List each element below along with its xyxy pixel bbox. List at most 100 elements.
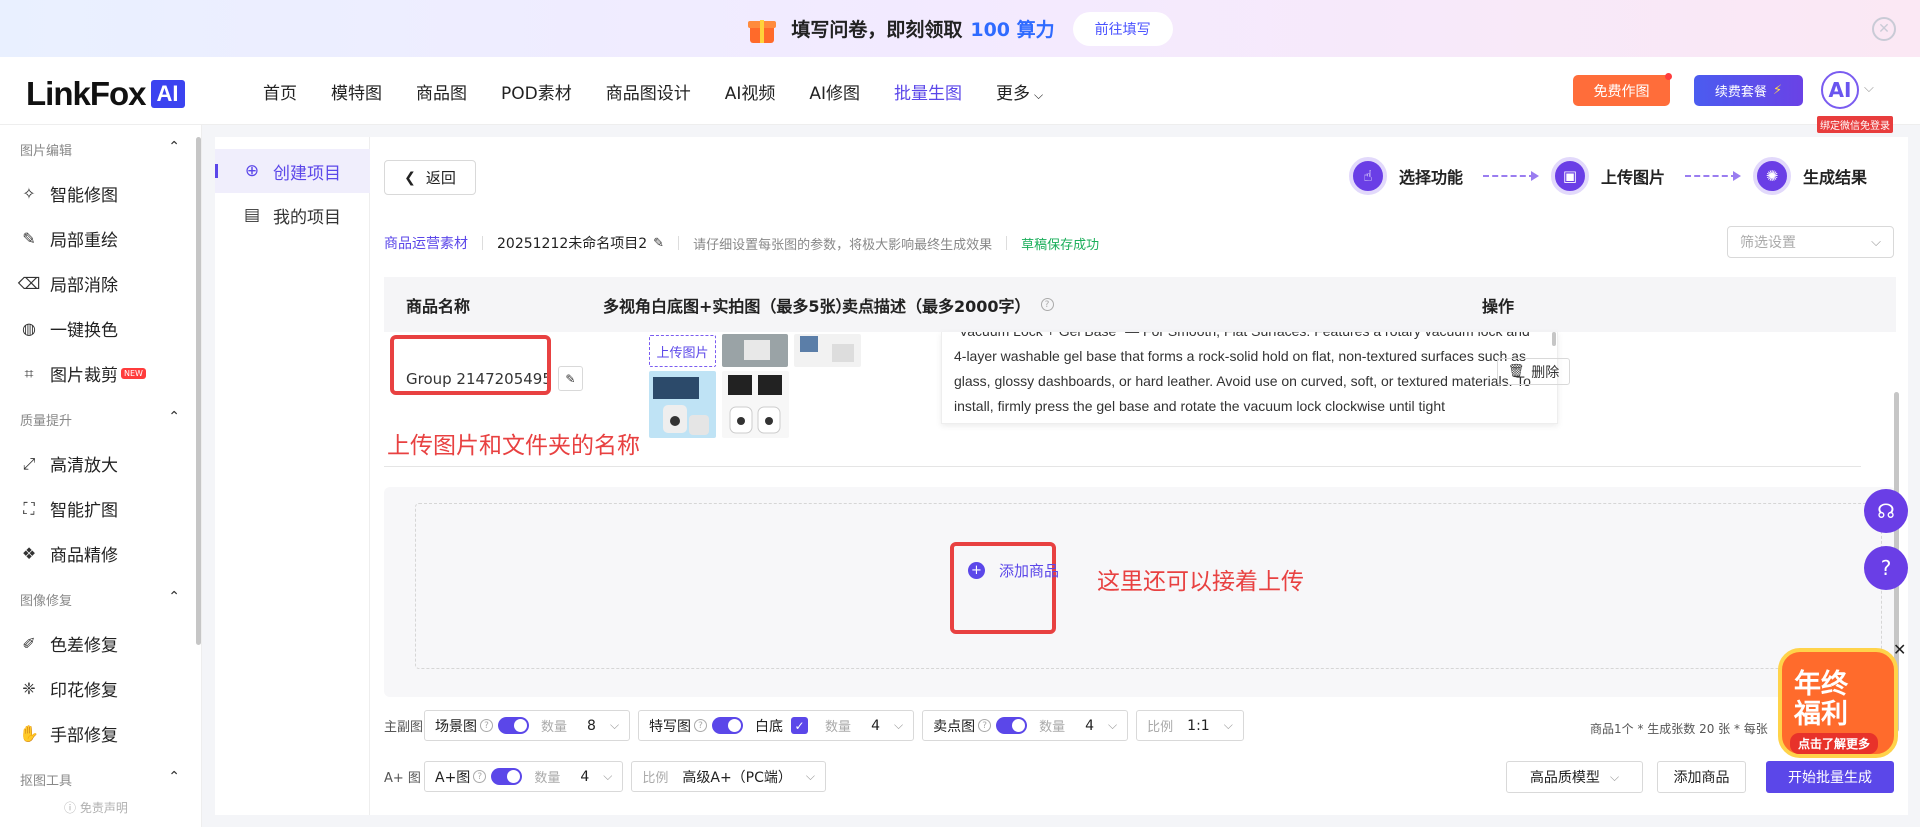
sidebar-scrollbar[interactable]: [196, 137, 201, 645]
sidebar-item-upscale[interactable]: ⤢ 高清放大: [20, 451, 118, 477]
free-create-label: 免费作图: [1593, 83, 1650, 100]
sidebar-section-title: 图像修复: [20, 594, 73, 609]
plus-icon: +: [968, 562, 985, 579]
sidebar-item-crop[interactable]: ⌗ 图片裁剪 NEW: [20, 361, 146, 386]
banner-cta-button[interactable]: 前往填写: [1072, 11, 1173, 46]
model-select[interactable]: 高品质模型 ⌵: [1506, 761, 1643, 793]
scene-toggle[interactable]: [498, 717, 529, 734]
sidebar-item-outpaint[interactable]: ⛶ 智能扩图: [20, 496, 118, 522]
help-icon[interactable]: ?: [978, 719, 992, 732]
selling-qty-select[interactable]: 4: [1085, 718, 1094, 734]
step-select: ☝ 选择功能: [1349, 157, 1463, 195]
closeup-toggle[interactable]: [712, 717, 744, 734]
menu-model[interactable]: 模特图: [331, 79, 382, 104]
chevron-down-icon: ⌵: [1609, 769, 1620, 784]
menu-ai-retouch[interactable]: AI修图: [809, 79, 860, 104]
avatar[interactable]: AI: [1821, 71, 1859, 109]
brush-icon: ✎: [22, 229, 36, 248]
project-info-row: 商品运营素材 20251212未命名项目2 ✎ 请仔细设置每张图的参数，将极大影…: [384, 233, 1099, 253]
sidebar-item-smart-retouch[interactable]: ✧ 智能修图: [20, 181, 118, 206]
menu-ai-video[interactable]: AI视频: [725, 79, 776, 104]
menu-pod[interactable]: POD素材: [501, 79, 572, 104]
notification-dot-icon: [1665, 73, 1672, 80]
aplus-toggle[interactable]: [491, 768, 523, 785]
eraser-icon: ⌫: [17, 274, 41, 293]
upload-image-button[interactable]: 上传图片: [649, 335, 716, 367]
aplus-options: A+ 图 A+图 ? 数量 4 ⌵ 比例 高级A+（PC端） ⌵: [384, 761, 834, 792]
chevron-down-icon[interactable]: ⌵: [1864, 81, 1874, 96]
product-thumbnail[interactable]: [794, 334, 861, 367]
closeup-qty-select[interactable]: 4: [871, 718, 880, 734]
qty-label: 数量: [541, 720, 568, 735]
annotation-text-add: 这里还可以接着上传: [1097, 569, 1304, 595]
sidebar-item-refine[interactable]: ❖ 商品精修: [20, 541, 118, 566]
add-product-button[interactable]: + 添加商品: [968, 560, 1059, 581]
subnav-my-projects[interactable]: ▤ 我的项目: [215, 193, 370, 237]
sidebar-item-label: 一键换色: [50, 321, 118, 341]
close-icon[interactable]: ✕: [1893, 640, 1906, 659]
back-button[interactable]: ❮ 返回: [384, 160, 476, 195]
help-circle-icon[interactable]: ?: [1864, 546, 1908, 590]
subnav-create-project[interactable]: ⊕ 创建项目: [215, 149, 370, 193]
aplus-qty-select[interactable]: 4: [580, 769, 589, 785]
sidebar-item-erase[interactable]: ⌫ 局部消除: [17, 271, 118, 296]
category-link[interactable]: 商品运营素材: [384, 233, 468, 253]
sidebar-item-hand-fix[interactable]: ✋ 手部修复: [19, 721, 118, 746]
lightning-icon: ⚡: [1772, 83, 1783, 98]
scene-qty-select[interactable]: 8: [587, 718, 596, 734]
sidebar-section-repair[interactable]: 图像修复 ⌃: [20, 589, 180, 609]
chevron-up-icon: ⌃: [168, 589, 180, 605]
menu-batch[interactable]: 批量生图: [894, 79, 962, 104]
sidebar-item-color-fix[interactable]: ✐ 色差修复: [20, 631, 118, 656]
sidebar-section-edit[interactable]: 图片编辑 ⌃: [20, 139, 180, 159]
divider: [482, 236, 483, 250]
logo[interactable]: LinkFox AI: [26, 75, 185, 113]
aplus-ratio-select[interactable]: 比例 高级A+（PC端） ⌵: [631, 761, 827, 792]
pencil-icon[interactable]: ✎: [653, 236, 664, 251]
disclaimer-link[interactable]: ⓘ 免责声明: [64, 799, 128, 816]
ratio-select[interactable]: 比例 1:1 ⌵: [1136, 710, 1244, 741]
sidebar-item-label: 商品精修: [50, 546, 118, 566]
chevron-down-icon: ⌵: [609, 718, 620, 732]
pencil-icon[interactable]: ✎: [557, 366, 583, 391]
renew-plan-button[interactable]: 续费套餐 ⚡: [1694, 75, 1803, 106]
crop-icon: ⌗: [24, 363, 34, 383]
main-image-options: 主副图 场景图 ? 数量 8 ⌵ 特写图 ? 白底 ✓ 数量 4 ⌵ 卖点图 ?…: [384, 710, 1252, 741]
filter-select[interactable]: 筛选设置 ⌵: [1727, 226, 1894, 258]
sidebar-section-quality[interactable]: 质量提升 ⌃: [20, 409, 180, 429]
pointer-icon: ☝: [1349, 157, 1387, 195]
sidebar-item-recolor[interactable]: ◍ 一键换色: [20, 316, 118, 341]
ratio-label: 比例: [1147, 720, 1174, 735]
divider: [678, 236, 680, 250]
free-create-button[interactable]: 免费作图: [1573, 73, 1672, 106]
selling-toggle[interactable]: [996, 717, 1028, 734]
product-thumbnail[interactable]: [722, 334, 788, 367]
help-icon[interactable]: ?: [694, 719, 708, 732]
menu-product[interactable]: 商品图: [416, 79, 467, 104]
menu-design[interactable]: 商品图设计: [606, 79, 691, 104]
close-circle-icon[interactable]: ✕: [1872, 17, 1896, 41]
qty-label: 数量: [825, 720, 852, 735]
sidebar-section-cutout[interactable]: 抠图工具 ⌃: [20, 769, 180, 789]
product-thumbnail[interactable]: [649, 371, 716, 438]
textarea-scrollbar[interactable]: [1552, 332, 1556, 346]
bind-wechat-tag[interactable]: 绑定微信免登录: [1817, 116, 1893, 133]
help-icon[interactable]: ?: [480, 719, 493, 732]
sidebar-item-print-fix[interactable]: ❈ 印花修复: [20, 676, 118, 701]
headset-icon[interactable]: ☊: [1864, 489, 1908, 533]
sidebar-item-inpaint[interactable]: ✎ 局部重绘: [20, 226, 118, 251]
add-product-footer-button[interactable]: 添加商品: [1657, 761, 1746, 793]
menu-home[interactable]: 首页: [263, 79, 297, 104]
selling-point-textarea[interactable]: "Vacuum Lock + Gel Base" — For Smooth, F…: [941, 332, 1558, 424]
delete-label: 删除: [1531, 364, 1560, 381]
help-icon[interactable]: ?: [473, 770, 487, 783]
delete-button[interactable]: 🗑 删除: [1497, 358, 1570, 385]
year-end-promo[interactable]: 年终 福利 点击了解更多: [1768, 640, 1903, 767]
chevron-down-icon: ⌵: [1223, 718, 1233, 732]
aplus-label: A+图: [435, 769, 471, 786]
white-bg-checkbox[interactable]: ✓: [791, 717, 809, 734]
help-icon[interactable]: ?: [1040, 298, 1054, 311]
menu-more[interactable]: 更多 ⌵: [996, 79, 1043, 104]
top-nav: LinkFox AI 首页 模特图 商品图 POD素材 商品图设计 AI视频 A…: [0, 57, 1920, 133]
product-thumbnail[interactable]: [722, 371, 789, 438]
